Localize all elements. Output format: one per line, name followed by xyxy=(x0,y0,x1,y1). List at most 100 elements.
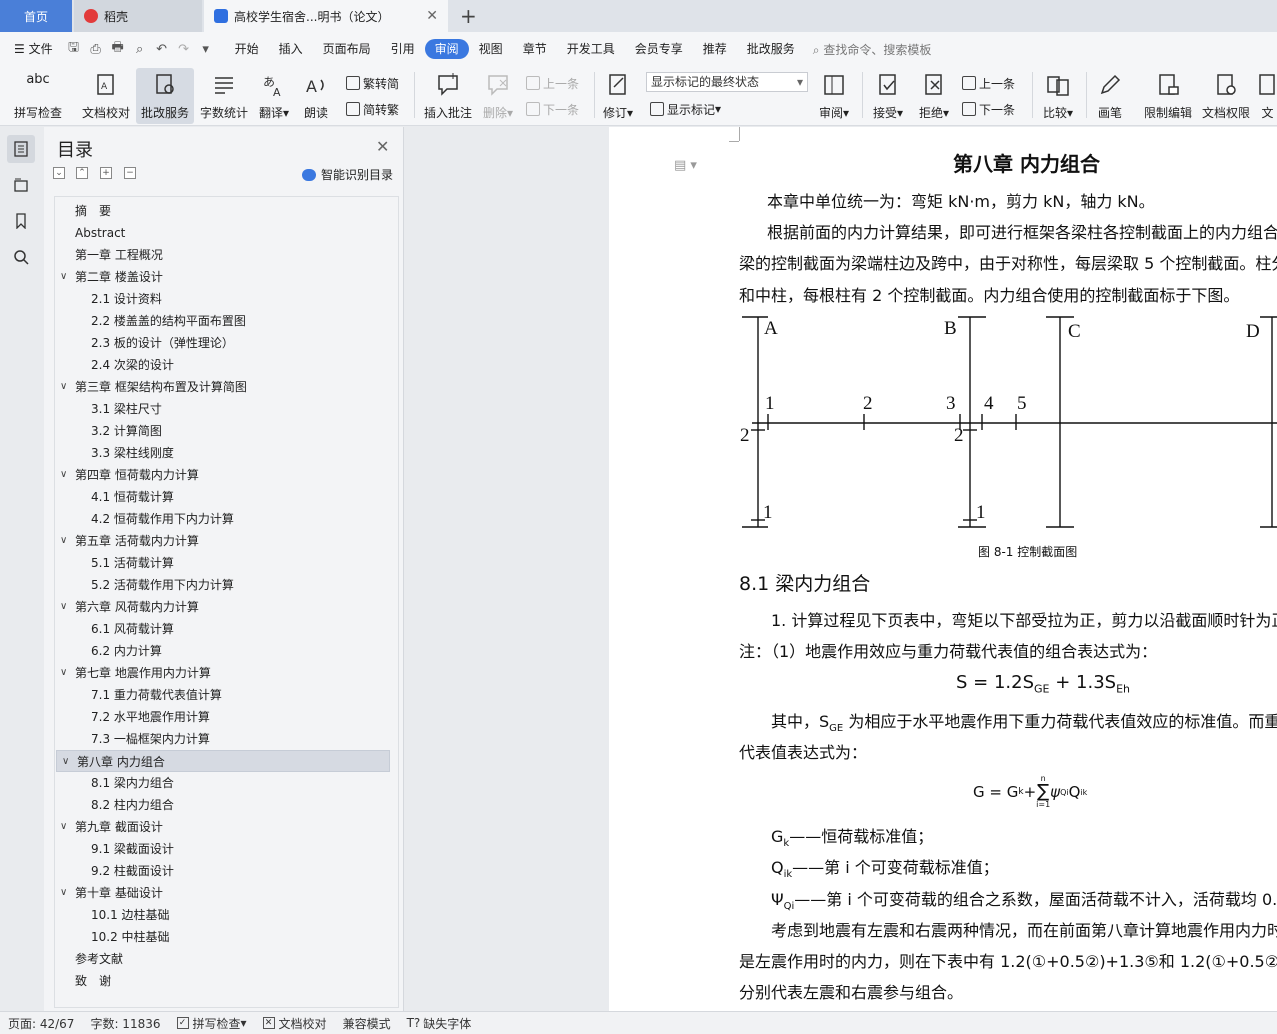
chevron-down-icon[interactable]: ∨ xyxy=(60,882,67,904)
toc-item[interactable]: 2.2 楼盖盖的结构平面布置图 xyxy=(55,310,389,332)
toc-item[interactable]: ∨ 第八章 内力组合 xyxy=(56,750,390,772)
chevron-down-icon[interactable]: ∨ xyxy=(60,464,67,486)
toc-item[interactable]: 3.3 梁柱线刚度 xyxy=(55,442,389,464)
tab-home[interactable]: 首页 xyxy=(0,0,72,32)
menu-developer[interactable]: 开发工具 xyxy=(557,39,625,59)
toc-item[interactable]: 2.4 次梁的设计 xyxy=(55,354,389,376)
chapter-nav-button[interactable] xyxy=(7,171,35,199)
track-changes-button[interactable]: 修订▾ xyxy=(600,68,636,124)
delete-comment-button[interactable]: 删除▾ xyxy=(480,68,516,124)
compare-button[interactable]: 比较▾ xyxy=(1038,68,1078,124)
tab-document[interactable]: 高校学生宿舍...明书（论文） ✕ xyxy=(204,0,448,32)
toc-item[interactable]: 第一章 工程概况 xyxy=(55,244,389,266)
menu-insert[interactable]: 插入 xyxy=(269,39,313,59)
doc-more-button[interactable]: 文 xyxy=(1258,68,1277,124)
toc-item[interactable]: 4.2 恒荷载作用下内力计算 xyxy=(55,508,389,530)
collapse-all-icon[interactable]: ⌄ xyxy=(53,167,65,179)
menu-review[interactable]: 审阅 xyxy=(424,39,469,59)
menu-correction[interactable]: 批改服务 xyxy=(737,39,805,59)
doc-proof-button[interactable]: A 文档校对 xyxy=(78,68,134,124)
toc-item[interactable]: 10.2 中柱基础 xyxy=(55,926,389,948)
toc-item[interactable]: 2.1 设计资料 xyxy=(55,288,389,310)
toc-item[interactable]: 7.1 重力荷载代表值计算 xyxy=(55,684,389,706)
bookmark-button[interactable] xyxy=(7,207,35,235)
page-layout-icon[interactable]: ▤ ▾ xyxy=(674,158,697,173)
toc-item[interactable]: 9.1 梁截面设计 xyxy=(55,838,389,860)
pen-button[interactable]: 画笔 xyxy=(1094,68,1126,124)
restrict-edit-button[interactable]: 限制编辑 xyxy=(1140,68,1196,124)
customize-quick-access-icon[interactable]: ▾ xyxy=(195,42,217,57)
toc-item[interactable]: ∨ 第十章 基础设计 xyxy=(55,882,389,904)
toc-item[interactable]: 4.1 恒荷载计算 xyxy=(55,486,389,508)
toc-pane-button[interactable] xyxy=(7,135,35,163)
remove-heading-icon[interactable]: − xyxy=(124,167,136,179)
toc-item[interactable]: ∨ 第五章 活荷载内力计算 xyxy=(55,530,389,552)
next-change-button[interactable]: 下一条 xyxy=(962,98,1015,120)
markup-display-select[interactable]: 显示标记的最终状态 xyxy=(646,72,808,92)
word-count-indicator[interactable]: 字数: 11836 xyxy=(82,1015,168,1032)
missing-font-status[interactable]: T? 缺失字体 xyxy=(399,1015,480,1032)
toc-item[interactable]: 致 谢 xyxy=(55,970,389,992)
toc-item[interactable]: 3.2 计算简图 xyxy=(55,420,389,442)
undo-icon[interactable]: ↶ xyxy=(151,42,173,57)
toc-item[interactable]: 9.2 柱截面设计 xyxy=(55,860,389,882)
add-heading-icon[interactable]: + xyxy=(100,167,112,179)
word-count-button[interactable]: 字数统计 xyxy=(198,68,250,124)
toc-item[interactable]: 3.1 梁柱尺寸 xyxy=(55,398,389,420)
prev-change-button[interactable]: 上一条 xyxy=(962,72,1015,94)
chevron-down-icon[interactable]: ∨ xyxy=(60,530,67,552)
close-icon[interactable]: ✕ xyxy=(376,137,389,156)
toc-item[interactable]: 8.1 梁内力组合 xyxy=(55,772,389,794)
save-icon[interactable]: 🖫 xyxy=(63,38,85,60)
chevron-down-icon[interactable]: ∨ xyxy=(60,662,67,684)
toc-item[interactable]: 5.2 活荷载作用下内力计算 xyxy=(55,574,389,596)
export-pdf-icon[interactable]: ⎙ xyxy=(85,42,107,57)
review-button[interactable]: 审阅▾ xyxy=(814,68,854,124)
accept-button[interactable]: 接受▾ xyxy=(870,68,906,124)
menu-view[interactable]: 视图 xyxy=(469,39,513,59)
toc-item[interactable]: ∨ 第七章 地震作用内力计算 xyxy=(55,662,389,684)
reject-button[interactable]: 拒绝▾ xyxy=(916,68,952,124)
chevron-down-icon[interactable]: ∨ xyxy=(60,266,67,288)
redo-icon[interactable]: ↷ xyxy=(173,42,195,57)
menu-member[interactable]: 会员专享 xyxy=(625,39,693,59)
toc-item[interactable]: ∨ 第六章 风荷载内力计算 xyxy=(55,596,389,618)
close-icon[interactable]: ✕ xyxy=(426,8,438,24)
toc-item[interactable]: 参考文献 xyxy=(55,948,389,970)
tab-daoke[interactable]: 稻壳 xyxy=(74,0,202,32)
toc-item[interactable]: 7.3 一榀框架内力计算 xyxy=(55,728,389,750)
file-menu[interactable]: ☰ 文件 xyxy=(0,39,63,59)
insert-comment-button[interactable]: 插入批注 xyxy=(420,68,476,124)
toc-item[interactable]: 5.1 活荷载计算 xyxy=(55,552,389,574)
menu-start[interactable]: 开始 xyxy=(225,39,269,59)
next-comment-button[interactable]: 下一条 xyxy=(526,98,579,120)
correction-service-button[interactable]: 批改服务 xyxy=(136,68,194,124)
menu-reference[interactable]: 引用 xyxy=(381,39,425,59)
toc-item[interactable]: Abstract xyxy=(55,222,389,244)
translate-button[interactable]: あA 翻译▾ xyxy=(256,68,292,124)
trad-to-simp-button[interactable]: 繁转简 xyxy=(346,72,399,94)
toc-item[interactable]: ∨ 第二章 楼盖设计 xyxy=(55,266,389,288)
new-tab-button[interactable]: + xyxy=(460,4,477,28)
doc-permission-button[interactable]: 文档权限 xyxy=(1198,68,1254,124)
toc-item[interactable]: ∨ 第三章 框架结构布置及计算简图 xyxy=(55,376,389,398)
toc-item[interactable]: 7.2 水平地震作用计算 xyxy=(55,706,389,728)
command-search[interactable]: ⌕ 查找命令、搜索模板 xyxy=(805,41,932,58)
spell-check-status[interactable]: ✓ 拼写检查 ▾ xyxy=(169,1015,255,1032)
toc-item[interactable]: 10.1 边柱基础 xyxy=(55,904,389,926)
toc-item[interactable]: ∨ 第四章 恒荷载内力计算 xyxy=(55,464,389,486)
read-aloud-button[interactable]: A 朗读 xyxy=(298,68,334,124)
chevron-down-icon[interactable]: ∨ xyxy=(60,596,67,618)
menu-recommend[interactable]: 推荐 xyxy=(693,39,737,59)
simp-to-trad-button[interactable]: 简转繁 xyxy=(346,98,399,120)
chevron-down-icon[interactable]: ∨ xyxy=(60,376,67,398)
smart-toc-button[interactable]: 智能识别目录 xyxy=(302,166,393,183)
menu-page-layout[interactable]: 页面布局 xyxy=(313,39,381,59)
page-indicator[interactable]: 页面: 42/67 xyxy=(0,1015,82,1032)
chevron-down-icon[interactable]: ∨ xyxy=(60,816,67,838)
spell-check-button[interactable]: abc 拼写检查 xyxy=(10,68,66,124)
show-markup-button[interactable]: 显示标记 ▾ xyxy=(650,98,721,120)
toc-item[interactable]: 6.1 风荷载计算 xyxy=(55,618,389,640)
expand-all-icon[interactable]: ⌃ xyxy=(76,167,88,179)
toc-item[interactable]: 6.2 内力计算 xyxy=(55,640,389,662)
